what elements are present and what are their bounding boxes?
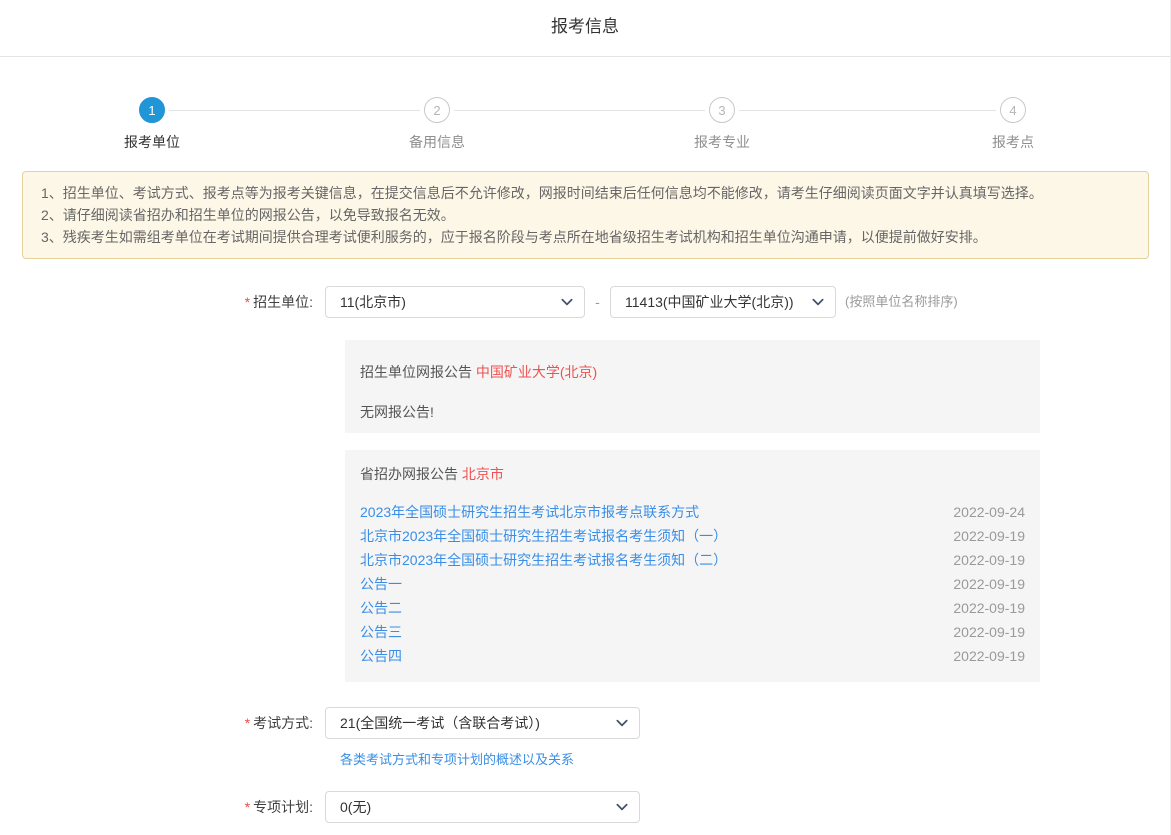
chevron-down-icon xyxy=(811,295,825,309)
unit-field-label: *招生单位: xyxy=(0,286,313,318)
notice-line: 1、招生单位、考试方式、报考点等为报考关键信息，在提交信息后不允许修改，网报时间… xyxy=(41,182,1130,204)
announcement-date: 2022-09-24 xyxy=(953,504,1025,520)
unit-sort-hint: (按照单位名称排序) xyxy=(845,286,958,318)
announcement-row: 北京市2023年全国硕士研究生招生考试报名考生须知（一） 2022-09-19 xyxy=(360,524,1025,548)
step-number-badge: 1 xyxy=(139,97,165,123)
school-select[interactable]: 11413(中国矿业大学(北京)) xyxy=(610,286,836,318)
province-announcement-title: 省招办网报公告 北京市 xyxy=(360,464,1025,484)
announcement-link[interactable]: 北京市2023年全国硕士研究生招生考试报名考生须知（二） xyxy=(360,550,727,570)
unit-announcement-title: 招生单位网报公告 中国矿业大学(北京) xyxy=(360,362,1025,382)
announcement-row: 2023年全国硕士研究生招生考试北京市报考点联系方式 2022-09-24 xyxy=(360,500,1025,524)
unit-name-text: 中国矿业大学(北京) xyxy=(476,364,597,380)
notice-line: 3、残疾考生如需组考单位在考试期间提供合理考试便利服务的，应于报名阶段与考点所在… xyxy=(41,226,1130,248)
chevron-down-icon xyxy=(615,716,629,730)
exam-mode-field-label: *考试方式: xyxy=(0,707,313,739)
announcement-date: 2022-09-19 xyxy=(953,528,1025,544)
step-label: 报考专业 xyxy=(694,132,750,152)
announcement-link[interactable]: 北京市2023年全国硕士研究生招生考试报名考生须知（一） xyxy=(360,526,727,546)
notice-line: 2、请仔细阅读省招办和招生单位的网报公告，以免导致报名无效。 xyxy=(41,204,1130,226)
required-asterisk: * xyxy=(245,799,250,815)
announcement-row: 公告四 2022-09-19 xyxy=(360,644,1025,668)
step-item-backup-info: 2 备用信息 xyxy=(409,97,465,152)
exam-mode-select-value: 21(全国统一考试（含联合考试）) xyxy=(340,713,540,733)
announcement-row: 公告三 2022-09-19 xyxy=(360,620,1025,644)
step-item-major: 3 报考专业 xyxy=(694,97,750,152)
step-item-unit: 1 报考单位 xyxy=(124,97,180,152)
province-announcement-box: 省招办网报公告 北京市 2023年全国硕士研究生招生考试北京市报考点联系方式 2… xyxy=(345,450,1040,682)
notice-box: 1、招生单位、考试方式、报考点等为报考关键信息，在提交信息后不允许修改，网报时间… xyxy=(22,171,1149,259)
announcement-link[interactable]: 2023年全国硕士研究生招生考试北京市报考点联系方式 xyxy=(360,502,699,522)
select-separator: - xyxy=(585,286,610,318)
special-plan-field-label: *专项计划: xyxy=(0,791,313,823)
school-select-value: 11413(中国矿业大学(北京)) xyxy=(625,292,794,312)
step-number-badge: 2 xyxy=(424,97,450,123)
unit-announcement-box: 招生单位网报公告 中国矿业大学(北京) 无网报公告! xyxy=(345,340,1040,433)
announcement-link[interactable]: 公告三 xyxy=(360,622,402,642)
step-connector xyxy=(739,110,996,111)
announcement-list: 2023年全国硕士研究生招生考试北京市报考点联系方式 2022-09-24 北京… xyxy=(360,500,1025,668)
announcement-date: 2022-09-19 xyxy=(953,600,1025,616)
step-number-badge: 4 xyxy=(1000,97,1026,123)
step-connector xyxy=(169,110,420,111)
announcement-link[interactable]: 公告四 xyxy=(360,646,402,666)
step-label: 报考点 xyxy=(992,132,1034,152)
announcement-row: 北京市2023年全国硕士研究生招生考试报名考生须知（二） 2022-09-19 xyxy=(360,548,1025,572)
announcement-row: 公告二 2022-09-19 xyxy=(360,596,1025,620)
announcement-date: 2022-09-19 xyxy=(953,648,1025,664)
province-name-text: 北京市 xyxy=(462,466,504,482)
step-number-badge: 3 xyxy=(709,97,735,123)
step-wizard: 1 报考单位 2 备用信息 3 报考专业 4 报考点 xyxy=(0,0,1170,115)
step-connector xyxy=(454,110,705,111)
no-announcement-text: 无网报公告! xyxy=(360,402,1025,422)
step-label: 备用信息 xyxy=(409,132,465,152)
announcement-link[interactable]: 公告二 xyxy=(360,598,402,618)
step-label: 报考单位 xyxy=(124,132,180,152)
required-asterisk: * xyxy=(245,294,250,310)
required-asterisk: * xyxy=(245,715,250,731)
province-select-value: 11(北京市) xyxy=(340,292,406,312)
announcement-date: 2022-09-19 xyxy=(953,552,1025,568)
special-plan-select[interactable]: 0(无) xyxy=(325,791,640,823)
special-plan-select-value: 0(无) xyxy=(340,797,371,817)
announcement-date: 2022-09-19 xyxy=(953,576,1025,592)
chevron-down-icon xyxy=(615,800,629,814)
step-item-exam-site: 4 报考点 xyxy=(992,97,1034,152)
exam-mode-select[interactable]: 21(全国统一考试（含联合考试）) xyxy=(325,707,640,739)
province-select[interactable]: 11(北京市) xyxy=(325,286,585,318)
announcement-link[interactable]: 公告一 xyxy=(360,574,402,594)
announcement-row: 公告一 2022-09-19 xyxy=(360,572,1025,596)
application-info-page: 报考信息 1 报考单位 2 备用信息 3 报考专业 4 报考点 1、招生单位、考… xyxy=(0,0,1171,835)
announcement-date: 2022-09-19 xyxy=(953,624,1025,640)
chevron-down-icon xyxy=(560,295,574,309)
exam-mode-overview-link[interactable]: 各类考试方式和专项计划的概述以及关系 xyxy=(340,749,574,768)
